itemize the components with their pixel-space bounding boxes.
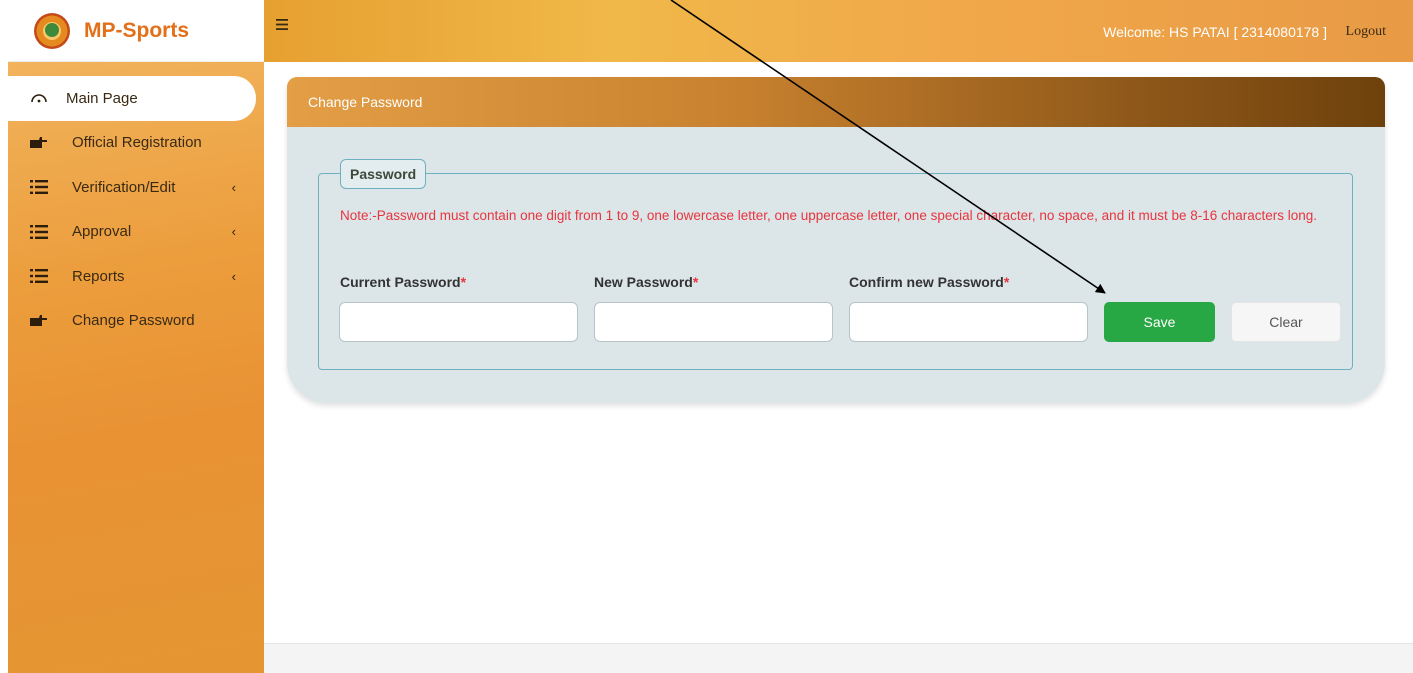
sidebar-item-reports[interactable]: Reports ‹ [8, 254, 264, 299]
sidebar-item-verification-edit[interactable]: Verification/Edit ‹ [8, 165, 264, 210]
current-password-label: Current Password* [340, 274, 466, 290]
required-mark: * [460, 274, 467, 290]
content-footer [264, 643, 1413, 673]
sidebar-item-label: Main Page [66, 89, 138, 107]
chevron-left-icon: ‹ [231, 224, 236, 240]
password-fieldset: Password Note:-Password must contain one… [318, 159, 1353, 370]
brand-name: MP-Sports [84, 18, 189, 42]
sidebar-nav: Main Page Official Registration Verifica… [8, 62, 264, 343]
sidebar-item-label: Change Password [72, 312, 195, 330]
pointing-hand-icon [28, 314, 50, 327]
clear-button[interactable]: Clear [1231, 302, 1341, 342]
confirm-password-label: Confirm new Password* [849, 274, 1009, 290]
new-password-label: New Password* [594, 274, 698, 290]
list-icon [28, 180, 50, 195]
required-mark: * [1003, 274, 1010, 290]
new-password-label-text: New Password [594, 274, 693, 290]
chevron-left-icon: ‹ [231, 268, 236, 284]
sidebar-item-label: Verification/Edit [72, 178, 176, 196]
list-icon [28, 269, 50, 284]
list-icon [28, 224, 50, 239]
confirm-password-label-text: Confirm new Password [849, 274, 1004, 290]
fieldset-legend: Password [340, 159, 427, 189]
sidebar-item-approval[interactable]: Approval ‹ [8, 210, 264, 255]
sidebar-item-official-registration[interactable]: Official Registration [8, 121, 264, 166]
dashboard-icon [28, 93, 50, 103]
card-title: Change Password [287, 77, 1385, 127]
new-password-input[interactable] [594, 302, 833, 342]
change-password-card: Change Password Password Note:-Password … [287, 77, 1385, 403]
sidebar: Main Page Official Registration Verifica… [8, 62, 264, 673]
pointing-hand-icon [28, 136, 50, 149]
required-mark: * [692, 274, 699, 290]
password-note: Note:-Password must contain one digit fr… [340, 208, 1318, 223]
welcome-text: Welcome: HS PATAI [ 2314080178 ] [1103, 24, 1327, 40]
confirm-password-input[interactable] [849, 302, 1088, 342]
chevron-left-icon: ‹ [231, 179, 236, 195]
brand-header[interactable]: MP-Sports [8, 0, 264, 62]
sidebar-item-change-password[interactable]: Change Password [8, 299, 264, 344]
current-password-input[interactable] [339, 302, 578, 342]
sidebar-item-label: Approval [72, 223, 132, 241]
sidebar-item-label: Reports [72, 267, 125, 285]
current-password-label-text: Current Password [340, 274, 461, 290]
save-button[interactable]: Save [1104, 302, 1215, 342]
top-bar: Welcome: HS PATAI [ 2314080178 ] Logout [264, 0, 1413, 62]
hamburger-icon[interactable] [276, 14, 288, 35]
mp-logo-icon [34, 12, 70, 49]
logout-link[interactable]: Logout [1346, 24, 1386, 40]
page: MP-Sports Main Page Official Registratio… [0, 0, 1413, 673]
sidebar-item-label: Official Registration [72, 134, 202, 152]
sidebar-item-main-page[interactable]: Main Page [8, 76, 256, 121]
